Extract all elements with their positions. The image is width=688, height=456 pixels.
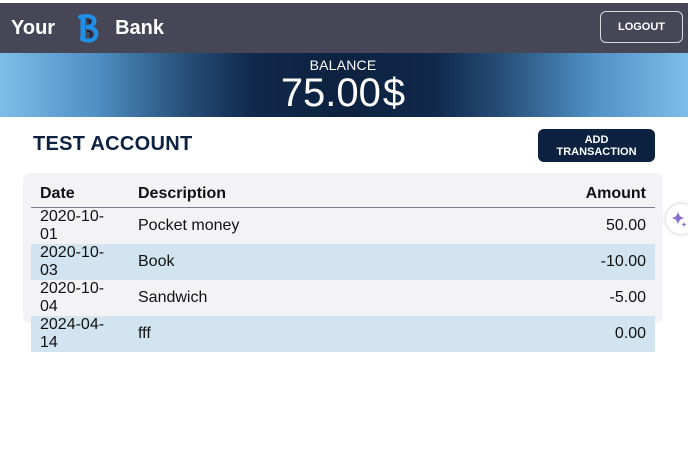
- cell-date: 2020-10-04: [40, 280, 105, 315]
- cell-description: fff: [138, 325, 151, 342]
- cell-description: Pocket money: [138, 217, 240, 234]
- bank-logo-icon: [78, 13, 99, 43]
- cell-date: 2024-04-14: [40, 316, 105, 351]
- brand-bank: Bank: [115, 17, 164, 39]
- add-transaction-button[interactable]: ADD TRANSACTION: [538, 129, 655, 162]
- table-row[interactable]: 2020-10-03 Book -10.00: [31, 244, 655, 280]
- top-navbar: Your Bank LOGOUT: [0, 3, 688, 53]
- sparkle-icon: [671, 211, 687, 228]
- assistant-sparkle-button[interactable]: [666, 204, 688, 234]
- account-title: TEST ACCOUNT: [33, 133, 193, 155]
- table-row[interactable]: 2024-04-14 fff 0.00: [31, 316, 655, 352]
- balance-value: 75.00$: [0, 71, 686, 115]
- column-header-date: Date: [31, 181, 129, 208]
- balance-amount: 75.00: [280, 71, 381, 115]
- logout-button[interactable]: LOGOUT: [600, 11, 683, 43]
- cell-date: 2020-10-01: [40, 208, 105, 243]
- column-header-amount: Amount: [446, 181, 655, 208]
- table-row[interactable]: 2020-10-04 Sandwich -5.00: [31, 280, 655, 316]
- table-header-row: Date Description Amount: [31, 181, 655, 208]
- cell-amount: -5.00: [609, 289, 646, 306]
- table-row[interactable]: 2020-10-01 Pocket money 50.00: [31, 207, 655, 244]
- cell-description: Book: [138, 253, 175, 270]
- brand-your: Your: [11, 17, 56, 39]
- balance-banner: BALANCE 75.00$: [0, 53, 688, 117]
- column-header-description: Description: [129, 181, 447, 208]
- cell-description: Sandwich: [138, 289, 208, 306]
- cell-amount: 0.00: [614, 325, 646, 342]
- transactions-table: Date Description Amount 2020-10-01 Pocke…: [31, 181, 655, 352]
- transactions-card: Date Description Amount 2020-10-01 Pocke…: [23, 173, 663, 352]
- cell-amount: 50.00: [605, 217, 646, 234]
- balance-currency: $: [382, 71, 406, 115]
- cell-date: 2020-10-03: [40, 244, 105, 279]
- page: Your Bank LOGOUT BALANCE 75.00$ TEST ACC…: [0, 0, 688, 456]
- cell-amount: -10.00: [600, 253, 646, 270]
